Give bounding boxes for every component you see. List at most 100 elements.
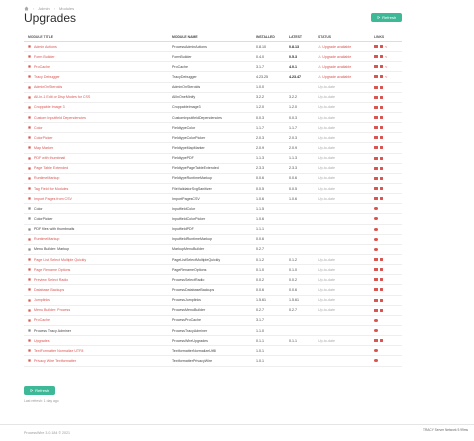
view-icon[interactable]: [374, 318, 378, 322]
forum-icon[interactable]: [379, 156, 383, 160]
module-title[interactable]: Color: [34, 207, 43, 211]
module-title[interactable]: ColorPicker: [34, 136, 53, 140]
module-info-icon[interactable]: [374, 116, 378, 120]
module-title[interactable]: RuntimeMarkup: [34, 176, 59, 180]
module-title[interactable]: ColorPicker: [34, 217, 53, 221]
module-info-icon[interactable]: [374, 298, 378, 302]
module-title[interactable]: Tag Field for Modules: [34, 187, 68, 191]
module-title[interactable]: All-In-1 Edit or Disp Modes for CSS: [34, 95, 90, 99]
module-title[interactable]: Import Pages from CSV: [34, 197, 72, 201]
view-icon[interactable]: [374, 329, 378, 332]
module-title[interactable]: Privacy Wire Textformatter: [34, 359, 76, 363]
col-status[interactable]: STATUS: [316, 35, 372, 39]
module-title[interactable]: TextFormatter Normalize UTF8: [34, 349, 83, 353]
forum-icon[interactable]: [379, 176, 383, 180]
status-text[interactable]: ⚠ Upgrade available: [316, 55, 372, 59]
module-info-icon[interactable]: [374, 187, 378, 191]
module-info-icon[interactable]: [374, 176, 378, 180]
module-title[interactable]: Map Marker: [34, 146, 53, 150]
col-module-name[interactable]: MODULE NAME: [170, 35, 254, 39]
forum-icon[interactable]: [379, 85, 383, 89]
view-icon[interactable]: [374, 349, 378, 353]
module-info-icon[interactable]: [374, 146, 378, 150]
forum-icon[interactable]: [379, 258, 383, 262]
forum-icon[interactable]: [379, 166, 383, 170]
view-icon[interactable]: [374, 217, 378, 221]
module-info-icon[interactable]: [374, 156, 378, 160]
module-info-icon[interactable]: [374, 75, 378, 79]
module-title[interactable]: Croppable Image 3: [34, 105, 65, 109]
forum-icon[interactable]: [379, 187, 383, 191]
forum-icon[interactable]: [379, 339, 383, 343]
status-text[interactable]: ⚠ Upgrade available: [316, 75, 372, 79]
forum-icon[interactable]: [379, 75, 383, 79]
module-info-icon[interactable]: [374, 339, 378, 343]
col-module-title[interactable]: MODULE TITLE: [24, 35, 170, 39]
forum-icon[interactable]: [379, 146, 383, 150]
module-info-icon[interactable]: [374, 166, 378, 170]
forum-icon[interactable]: [379, 136, 383, 140]
view-icon[interactable]: [374, 247, 378, 251]
forum-icon[interactable]: [379, 45, 383, 49]
forum-icon[interactable]: [379, 126, 383, 130]
col-latest[interactable]: LATEST: [287, 35, 316, 39]
view-icon[interactable]: [374, 207, 378, 211]
module-title[interactable]: PDF files with thumbnails: [34, 227, 74, 231]
module-info-icon[interactable]: [374, 288, 378, 292]
module-info-icon[interactable]: [374, 308, 378, 312]
module-info-icon[interactable]: [374, 278, 378, 282]
view-icon[interactable]: [374, 227, 378, 231]
breadcrumb-modules[interactable]: Modules: [59, 6, 74, 11]
module-title[interactable]: Form Builder: [34, 55, 55, 59]
share-icon[interactable]: <: [385, 75, 387, 79]
module-title[interactable]: Admin Actions: [34, 45, 57, 49]
module-title[interactable]: Menu Builder: Markup: [34, 247, 69, 251]
status-text[interactable]: ⚠ Upgrade available: [316, 65, 372, 69]
module-title[interactable]: Process Tracy Adminer: [34, 329, 71, 333]
breadcrumb-admin[interactable]: Admin: [38, 6, 49, 11]
module-title[interactable]: Upgrades: [34, 339, 50, 343]
module-info-icon[interactable]: [374, 126, 378, 130]
forum-icon[interactable]: [379, 116, 383, 120]
module-title[interactable]: Page Rename Options: [34, 268, 70, 272]
col-installed[interactable]: INSTALLED: [254, 35, 287, 39]
share-icon[interactable]: <: [385, 45, 387, 49]
module-title[interactable]: Tracy Debugger: [34, 75, 60, 79]
view-icon[interactable]: [374, 359, 378, 363]
module-info-icon[interactable]: [374, 95, 378, 99]
module-title[interactable]: Database Backups: [34, 288, 64, 292]
module-info-icon[interactable]: [374, 268, 378, 272]
module-info-icon[interactable]: [374, 45, 378, 49]
module-title[interactable]: Page List Select Multiple Quickly: [34, 258, 86, 262]
forum-icon[interactable]: [379, 105, 383, 109]
refresh-button-top[interactable]: ⟳ Refresh: [371, 13, 402, 22]
module-title[interactable]: Color: [34, 126, 43, 130]
module-title[interactable]: ProCache: [34, 318, 50, 322]
module-title[interactable]: RuntimeMarkup: [34, 237, 59, 241]
forum-icon[interactable]: [379, 95, 383, 99]
home-icon[interactable]: [24, 6, 29, 11]
module-title[interactable]: PDF with thumbnail: [34, 156, 65, 160]
forum-icon[interactable]: [379, 278, 383, 282]
share-icon[interactable]: <: [385, 55, 387, 59]
module-info-icon[interactable]: [374, 105, 378, 109]
forum-icon[interactable]: [379, 298, 383, 302]
forum-icon[interactable]: [379, 55, 383, 59]
module-info-icon[interactable]: [374, 85, 378, 89]
view-icon[interactable]: [374, 237, 378, 241]
module-title[interactable]: Jumplinks: [34, 298, 50, 302]
module-info-icon[interactable]: [374, 136, 378, 140]
module-info-icon[interactable]: [374, 65, 378, 69]
module-title[interactable]: AdminOnSteroids: [34, 85, 62, 89]
module-title[interactable]: ProCache: [34, 65, 50, 69]
module-info-icon[interactable]: [374, 55, 378, 59]
module-info-icon[interactable]: [374, 197, 378, 201]
module-title[interactable]: Page Table Extended: [34, 166, 68, 170]
forum-icon[interactable]: [379, 288, 383, 292]
module-title[interactable]: Custom Inputfield Dependencies: [34, 116, 86, 120]
module-title[interactable]: Menu Builder: Process: [34, 308, 70, 312]
module-title[interactable]: Preview Select Radio: [34, 278, 68, 282]
tracy-debug-bar[interactable]: TRACY Server Network 9.99ms: [423, 428, 468, 432]
share-icon[interactable]: <: [385, 65, 387, 69]
forum-icon[interactable]: [379, 197, 383, 201]
